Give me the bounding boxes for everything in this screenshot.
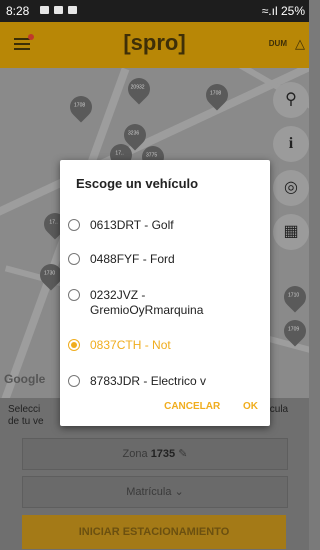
download-notification-icon — [68, 6, 77, 14]
radio-button[interactable] — [68, 219, 80, 231]
image-notification-icon — [40, 6, 49, 14]
mail-notification-icon — [54, 6, 63, 14]
clock: 8:28 — [6, 4, 30, 18]
parking-pin[interactable]: 1710 — [279, 281, 309, 313]
parking-pin[interactable]: 20932 — [123, 73, 155, 105]
parking-pin[interactable]: 1708 — [65, 91, 97, 123]
dialog-actions: CANCELAR OK — [144, 401, 258, 412]
radio-button[interactable] — [68, 289, 80, 301]
dialog-title: Escoge un vehículo — [76, 176, 199, 191]
status-bar: 8:28 ≈.ıl 25% — [0, 0, 309, 22]
radio-button-checked[interactable] — [68, 339, 80, 351]
battery-level: ≈.ıl 25% — [261, 4, 305, 18]
app-logo: [spro] — [123, 30, 186, 55]
google-attribution: Google — [4, 372, 46, 386]
zone-value: 1735 — [150, 448, 176, 460]
radio-button[interactable] — [68, 253, 80, 265]
radio-button[interactable] — [68, 375, 80, 387]
my-location-icon[interactable]: ◎ — [273, 170, 309, 206]
pedestrian-icon[interactable]: △ — [295, 36, 305, 52]
zone-field[interactable]: Zona 1735 ✎ — [22, 438, 288, 470]
vehicle-dialog: Escoge un vehículo 0613DRT - Golf 0488FY… — [60, 160, 270, 426]
plate-label: Matrícula — [126, 486, 172, 498]
grid-icon[interactable]: ▦ — [273, 214, 309, 250]
cancel-button[interactable]: CANCELAR — [164, 401, 220, 412]
chevron-down-icon: ⌄ — [174, 486, 184, 498]
zone-label: Zona — [122, 448, 148, 460]
edit-icon: ✎ — [178, 448, 188, 460]
start-parking-button[interactable]: INICIAR ESTACIONAMIENTO — [22, 515, 286, 549]
search-icon[interactable]: ⚲ — [273, 82, 309, 118]
info-icon[interactable]: i — [273, 126, 309, 162]
ok-button[interactable]: OK — [243, 401, 258, 412]
plate-select[interactable]: Matrícula ⌄ — [22, 476, 288, 508]
mode-label[interactable]: DUM — [269, 39, 287, 48]
app-bar: [spro] DUM △ — [0, 22, 309, 68]
